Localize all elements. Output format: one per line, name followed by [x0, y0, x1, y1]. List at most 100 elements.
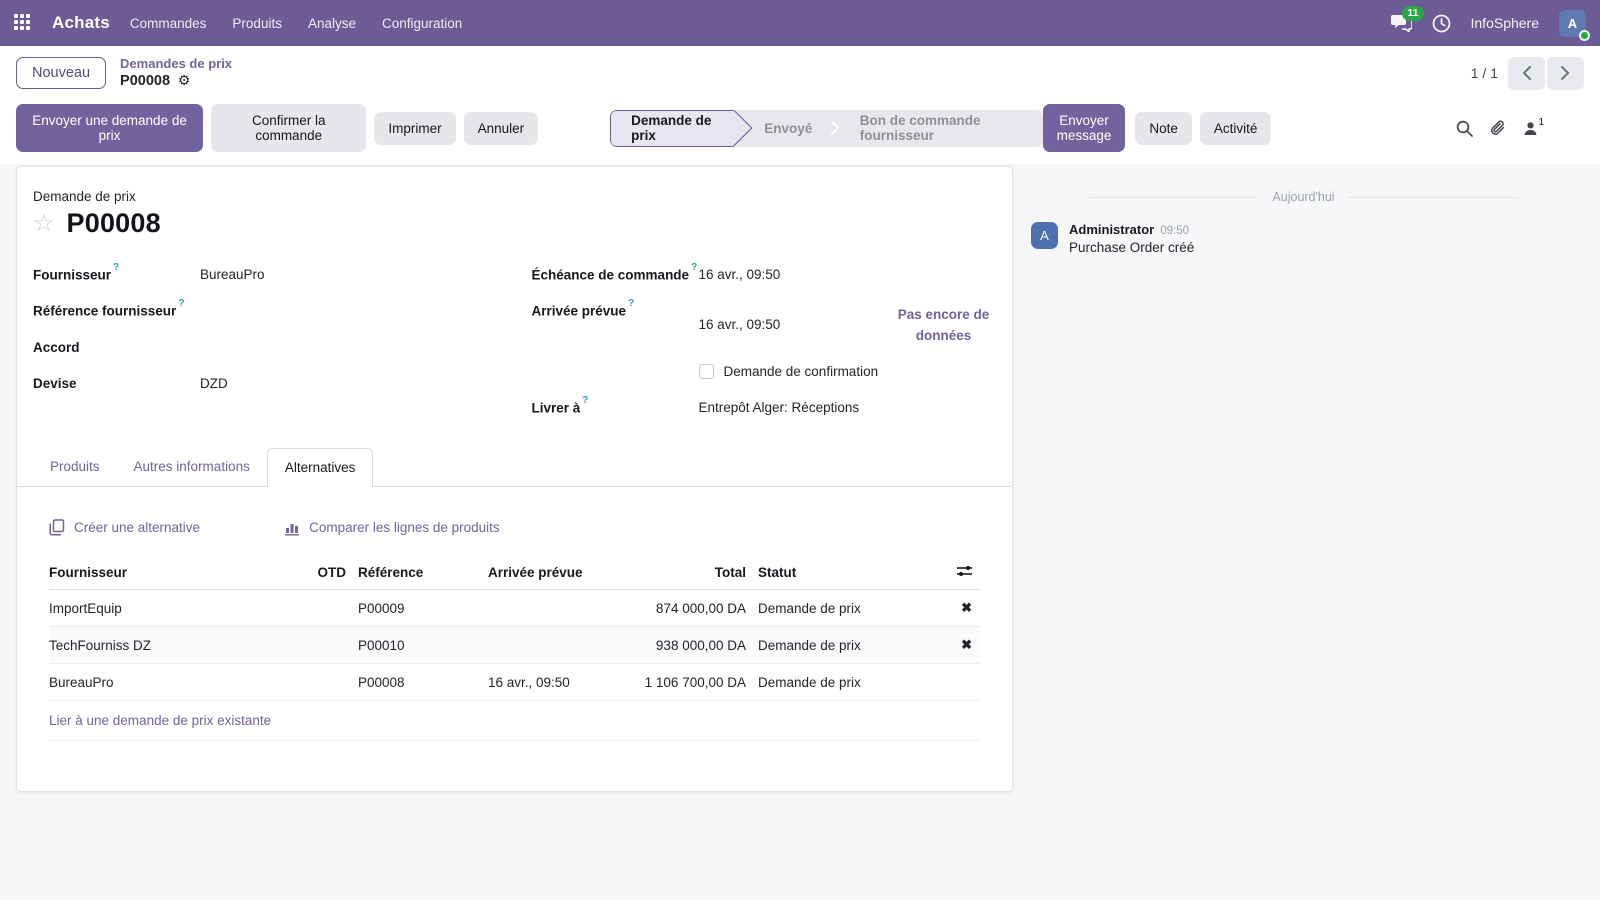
confirmation-checkbox-label[interactable]: Demande de confirmation [724, 364, 879, 379]
cancel-button[interactable]: Annuler [464, 112, 539, 145]
print-button[interactable]: Imprimer [374, 112, 455, 145]
action-row: Envoyer une demande de prix Confirmer la… [0, 96, 1600, 164]
activity-button[interactable]: Activité [1200, 112, 1272, 145]
no-data-yet-link[interactable]: Pas encore de données [891, 305, 996, 346]
link-existing-rfq-link[interactable]: Lier à une demande de prix existante [49, 713, 271, 728]
cell-reference[interactable]: P00010 [346, 638, 476, 653]
order-deadline-label: Échéance de commande? [532, 265, 699, 285]
statusbar: Demande de prix Envoyé Bon de commande f… [610, 110, 1042, 147]
followers-icon[interactable]: 1 [1523, 121, 1544, 136]
cell-total: 1 106 700,00 DA [606, 675, 746, 690]
tab-produits[interactable]: Produits [33, 448, 117, 486]
status-step-purchase-order[interactable]: Bon de commande fournisseur [840, 110, 1043, 147]
header-otd[interactable]: OTD [301, 565, 346, 580]
apps-grid-icon[interactable] [14, 14, 32, 32]
supplier-value[interactable]: BureauPro [200, 265, 265, 285]
chevron-left-icon [1522, 66, 1531, 80]
app-name[interactable]: Achats [52, 13, 110, 33]
expected-arrival-label: Arrivée prévue? [532, 301, 699, 346]
menu-analyse[interactable]: Analyse [308, 16, 356, 31]
help-icon[interactable]: ? [628, 298, 634, 309]
header-arrivee-prevue[interactable]: Arrivée prévue [476, 565, 606, 580]
menu-produits[interactable]: Produits [232, 16, 282, 31]
doc-type-label: Demande de prix [33, 189, 996, 204]
help-icon[interactable]: ? [582, 395, 588, 406]
search-messages-icon[interactable] [1456, 120, 1473, 137]
field-confirmation-request: Demande de confirmation [532, 362, 997, 382]
cell-reference[interactable]: P00008 [346, 675, 476, 690]
send-message-button[interactable]: Envoyer message [1043, 104, 1126, 152]
tab-autres-informations[interactable]: Autres informations [117, 448, 267, 486]
table-row[interactable]: TechFourniss DZ P00010 938 000,00 DA Dem… [49, 627, 980, 664]
breadcrumb: Demandes de prix P00008 ⚙ [120, 56, 232, 90]
activities-clock-icon[interactable] [1432, 14, 1451, 33]
bar-chart-icon [284, 520, 300, 536]
chatter-buttons: Envoyer message Note Activité 1 [1043, 104, 1584, 152]
field-supplier: Fournisseur? BureauPro [33, 265, 498, 285]
alternatives-tab-content: Créer une alternative Comparer les ligne… [33, 487, 996, 791]
status-step-rfq[interactable]: Demande de prix [610, 110, 734, 147]
message-author[interactable]: Administrator [1069, 222, 1154, 237]
attachments-paperclip-icon[interactable] [1490, 119, 1506, 137]
message-avatar: A [1031, 222, 1058, 249]
user-avatar[interactable]: A [1559, 10, 1586, 37]
messages-icon[interactable]: 11 [1391, 14, 1412, 32]
confirm-order-button[interactable]: Confirmer la commande [211, 104, 366, 152]
help-icon[interactable]: ? [691, 262, 697, 273]
confirmation-checkbox[interactable] [699, 364, 714, 379]
header-total[interactable]: Total [606, 565, 746, 580]
log-note-button[interactable]: Note [1135, 112, 1192, 145]
column-options-sliders-icon[interactable] [956, 564, 973, 581]
cell-arrival[interactable]: 16 avr., 09:50 [476, 675, 606, 690]
fields-right-column: Échéance de commande? 16 avr., 09:50 Arr… [532, 265, 997, 434]
company-switcher[interactable]: InfoSphere [1471, 15, 1540, 31]
breadcrumb-parent[interactable]: Demandes de prix [120, 56, 232, 72]
divider-line [1089, 197, 1258, 198]
chatter-message[interactable]: A Administrator 09:50 Purchase Order cré… [1029, 222, 1578, 255]
create-alternative-link[interactable]: Créer une alternative [49, 519, 200, 536]
breadcrumb-row: Nouveau Demandes de prix P00008 ⚙ 1 / 1 [0, 46, 1600, 96]
delete-row-icon[interactable]: ✖ [961, 600, 972, 615]
navbar-right: 11 InfoSphere A [1391, 10, 1587, 37]
send-rfq-button[interactable]: Envoyer une demande de prix [16, 104, 203, 152]
table-row[interactable]: ImportEquip P00009 874 000,00 DA Demande… [49, 590, 980, 627]
pager-next-button[interactable] [1547, 57, 1584, 90]
new-button[interactable]: Nouveau [16, 57, 106, 89]
header-reference[interactable]: Référence [346, 565, 476, 580]
record-actions-gear-icon[interactable]: ⚙ [178, 72, 191, 88]
help-icon[interactable]: ? [113, 262, 119, 273]
header-fournisseur[interactable]: Fournisseur [49, 565, 301, 580]
record-pager: 1 / 1 [1471, 57, 1584, 90]
cell-total: 938 000,00 DA [606, 638, 746, 653]
pager-previous-button[interactable] [1508, 57, 1545, 90]
table-row[interactable]: BureauPro P00008 16 avr., 09:50 1 106 70… [49, 664, 980, 701]
order-deadline-value[interactable]: 16 avr., 09:50 [699, 265, 781, 285]
compare-product-lines-link[interactable]: Comparer les lignes de produits [284, 519, 500, 536]
expected-arrival-value[interactable]: 16 avr., 09:50 [699, 315, 781, 346]
deliver-to-value[interactable]: Entrepôt Alger: Réceptions [699, 398, 860, 418]
chatter-icons: 1 [1456, 119, 1544, 137]
avatar-letter: A [1568, 16, 1577, 31]
deliver-to-label: Livrer à? [532, 398, 699, 418]
form-fields: Fournisseur? BureauPro Référence fournis… [33, 265, 996, 434]
tab-alternatives[interactable]: Alternatives [267, 448, 374, 487]
cell-supplier[interactable]: TechFourniss DZ [49, 638, 301, 653]
vendor-reference-label: Référence fournisseur? [33, 301, 200, 321]
cell-supplier[interactable]: BureauPro [49, 675, 301, 690]
delete-row-icon[interactable]: ✖ [961, 637, 972, 652]
field-currency: Devise DZD [33, 374, 498, 394]
cell-status: Demande de prix [746, 675, 956, 690]
help-icon[interactable]: ? [178, 298, 184, 309]
table-header-row: Fournisseur OTD Référence Arrivée prévue… [49, 556, 980, 590]
cell-reference[interactable]: P00009 [346, 601, 476, 616]
menu-commandes[interactable]: Commandes [130, 16, 207, 31]
favorite-star-icon[interactable]: ☆ [33, 212, 55, 236]
cell-supplier[interactable]: ImportEquip [49, 601, 301, 616]
currency-value[interactable]: DZD [200, 374, 228, 394]
header-statut[interactable]: Statut [746, 565, 956, 580]
agreement-label: Accord [33, 338, 200, 358]
menu-configuration[interactable]: Configuration [382, 16, 462, 31]
link-existing-row: Lier à une demande de prix existante [49, 701, 980, 741]
card-spacer [49, 741, 980, 791]
message-time: 09:50 [1160, 225, 1189, 237]
